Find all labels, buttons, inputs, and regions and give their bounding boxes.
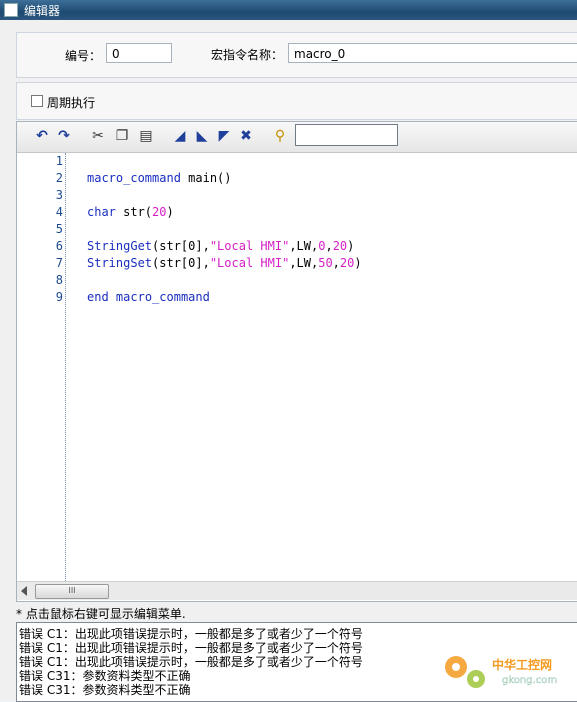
error-message: 错误 C31：参数资料类型不正确: [19, 683, 191, 697]
code-line: end macro_command: [87, 290, 210, 304]
find-input[interactable]: [295, 124, 398, 146]
line-number: 6: [55, 239, 63, 253]
paste-icon[interactable]: ▤: [137, 127, 155, 145]
undo-icon[interactable]: ↶: [33, 127, 51, 145]
title-bar: 编辑器: [0, 0, 577, 20]
gear-hole: [473, 676, 479, 682]
watermark-site-cn: 中华工控网: [492, 657, 552, 672]
prev-bookmark-icon[interactable]: ◤: [215, 127, 233, 145]
macro-info-panel: 编号： 0 宏指令名称： macro_0: [16, 32, 577, 78]
redo-icon[interactable]: ↷: [55, 127, 73, 145]
watermark-site-url: gkong.com: [502, 675, 557, 686]
periodic-checkbox[interactable]: [31, 95, 43, 107]
gear-hole: [452, 663, 460, 671]
id-input[interactable]: 0: [106, 43, 172, 63]
scroll-left-icon[interactable]: [21, 586, 27, 596]
options-panel: 周期执行: [16, 82, 577, 120]
cut-icon[interactable]: ✂: [89, 127, 107, 145]
bookmark-icon[interactable]: ◢: [171, 127, 189, 145]
line-number: 8: [55, 273, 63, 287]
app-icon: [4, 3, 18, 17]
next-bookmark-icon[interactable]: ◣: [193, 127, 211, 145]
line-number: 1: [55, 154, 63, 168]
editor-window: 编号： 0 宏指令名称： macro_0 周期执行 ↶ ↷ ✂ ❐ ▤ ◢ ◣ …: [0, 20, 577, 702]
macro-name-input[interactable]: macro_0: [288, 43, 577, 63]
code-editor[interactable]: ↶ ↷ ✂ ❐ ▤ ◢ ◣ ◤ ✖ ⚲ 1 2 3 4 5 6 7 8 9 ma…: [16, 121, 577, 602]
horizontal-scrollbar[interactable]: III: [17, 581, 577, 600]
gkong-watermark-logo: 中华工控网 gkong.com: [445, 656, 557, 688]
code-line: StringSet(str[0],"Local HMI",LW,50,20): [87, 256, 362, 270]
id-label: 编号：: [65, 49, 102, 63]
scroll-thumb[interactable]: III: [35, 584, 109, 599]
line-number: 5: [55, 222, 63, 236]
line-number: 3: [55, 188, 63, 202]
line-number: 9: [55, 290, 63, 304]
periodic-label: 周期执行: [47, 96, 96, 110]
code-line: macro_command main(): [87, 171, 232, 185]
macro-name-label: 宏指令名称：: [211, 48, 284, 62]
line-number: 7: [55, 256, 63, 270]
line-number: 2: [55, 171, 63, 185]
editor-toolbar: ↶ ↷ ✂ ❐ ▤ ◢ ◣ ◤ ✖ ⚲: [17, 122, 577, 153]
line-number-gutter: 1 2 3 4 5 6 7 8 9: [17, 153, 66, 581]
code-line: char str(20): [87, 205, 174, 219]
find-icon[interactable]: ⚲: [271, 127, 289, 145]
code-line: StringGet(str[0],"Local HMI",LW,0,20): [87, 239, 355, 253]
line-number: 4: [55, 205, 63, 219]
window-title: 编辑器: [24, 4, 61, 18]
editor-hint: * 点击鼠标右键可显示编辑菜单.: [16, 607, 186, 621]
clear-bookmark-icon[interactable]: ✖: [237, 127, 255, 145]
copy-icon[interactable]: ❐: [113, 127, 131, 145]
